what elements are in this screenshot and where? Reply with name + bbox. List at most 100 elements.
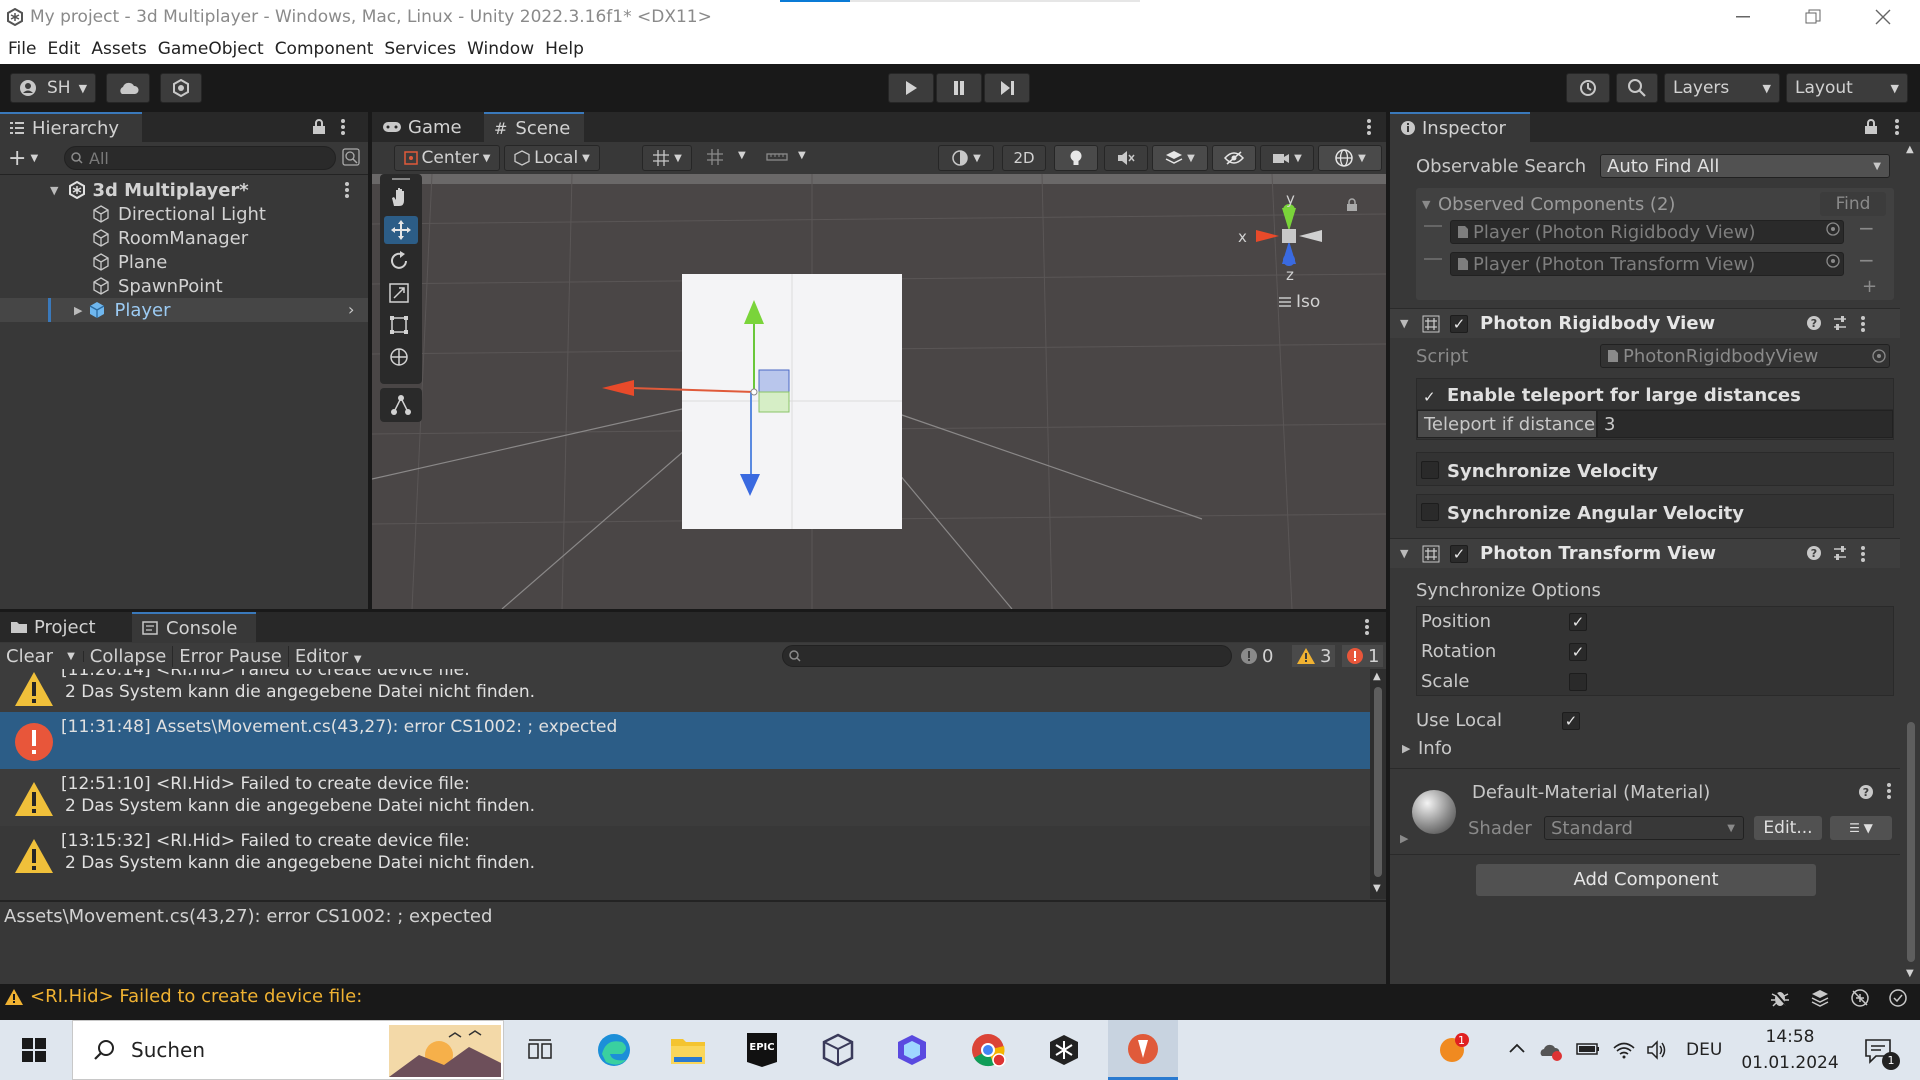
teleport-checkmark[interactable]: ✓ [1423, 388, 1436, 406]
help-icon[interactable]: ? [1806, 315, 1822, 331]
splitter[interactable] [0, 900, 1386, 902]
volume-icon[interactable] [1646, 1040, 1668, 1060]
scroll-down-icon[interactable]: ▼ [1373, 883, 1381, 894]
task-view-button[interactable] [510, 1020, 570, 1080]
tab-game[interactable]: Game [372, 112, 484, 142]
scrollbar-thumb[interactable] [1374, 687, 1382, 877]
custom-tool-button[interactable] [390, 394, 412, 416]
scale-checkbox[interactable] [1569, 673, 1587, 691]
onedrive-error-icon[interactable] [1538, 1040, 1564, 1062]
console-scrollbar[interactable]: ▲ ▼ [1370, 669, 1386, 899]
restore-button[interactable] [1782, 0, 1844, 34]
sync-velocity-checkbox[interactable] [1421, 461, 1439, 479]
add-item-button[interactable]: + [1862, 276, 1877, 297]
step-button[interactable] [984, 73, 1030, 103]
camera-dropdown[interactable]: ▼ [1260, 145, 1314, 171]
log-entry[interactable]: [11:26:14] <RI.Hid> Failed to create dev… [0, 669, 1370, 712]
hierarchy-item-player[interactable]: ▶ Player › [0, 298, 368, 322]
menu-edit[interactable]: Edit [47, 39, 80, 59]
taskbar-app-explorer[interactable] [658, 1020, 718, 1080]
teleport-distance-input[interactable]: 3 [1597, 410, 1893, 438]
rect-tool-button[interactable] [388, 314, 414, 340]
expand-arrow-icon[interactable]: ▼ [1400, 317, 1408, 330]
expand-arrow-icon[interactable]: ▶ [1402, 742, 1410, 755]
layers-dropdown[interactable]: Layers ▼ [1664, 73, 1780, 103]
collapse-button[interactable]: Collapse [84, 645, 174, 667]
menu-assets[interactable]: Assets [91, 39, 146, 59]
transform-view-header[interactable]: ▼ ✓ Photon Transform View ? [1390, 538, 1900, 568]
rotation-checkbox[interactable]: ✓ [1569, 643, 1587, 661]
tab-project[interactable]: Project [0, 612, 132, 642]
audio-toggle[interactable] [1104, 145, 1148, 171]
more-options-icon[interactable] [344, 181, 350, 199]
more-options-icon[interactable] [1364, 618, 1370, 636]
chevron-right-icon[interactable]: › [348, 300, 354, 319]
search-button[interactable] [1616, 73, 1658, 103]
sync-angular-checkbox[interactable] [1421, 503, 1439, 521]
expand-arrow-icon[interactable]: ▼ [50, 184, 58, 197]
warning-count-toggle[interactable]: 3 [1292, 645, 1336, 667]
taskbar-app-epic-games[interactable]: EPIC [732, 1020, 792, 1080]
shader-edit-button[interactable]: Edit... [1754, 816, 1822, 840]
transform-enabled-checkbox[interactable]: ✓ [1450, 545, 1468, 563]
hierarchy-search-input[interactable]: All [64, 146, 336, 170]
find-button[interactable]: Find [1820, 192, 1886, 216]
object-picker-icon[interactable] [1826, 222, 1840, 236]
hierarchy-scene-root[interactable]: ▼ 3d Multiplayer* [0, 178, 368, 202]
hierarchy-item[interactable]: Plane [0, 250, 368, 274]
create-button[interactable]: + ▼ [8, 146, 38, 171]
log-entry[interactable]: [12:51:10] <RI.Hid> Failed to create dev… [0, 769, 1370, 826]
drag-handle[interactable] [392, 178, 410, 180]
menu-help[interactable]: Help [545, 39, 584, 59]
chevron-up-icon[interactable] [1508, 1042, 1526, 1054]
more-options-icon[interactable] [1860, 315, 1866, 333]
scroll-up-icon[interactable]: ▲ [1906, 144, 1914, 155]
taskbar-app-virtualbox[interactable] [808, 1020, 868, 1080]
help-icon[interactable]: ? [1858, 784, 1874, 800]
projection-toggle[interactable]: Iso [1278, 292, 1320, 312]
more-options-icon[interactable] [340, 118, 346, 136]
scroll-up-icon[interactable]: ▲ [1373, 671, 1381, 682]
preset-sliders-icon[interactable] [1832, 315, 1848, 331]
info-count-toggle[interactable]: 0 [1240, 645, 1273, 667]
stack-layers-icon[interactable] [1810, 988, 1830, 1008]
tab-hierarchy[interactable]: Hierarchy [0, 112, 142, 142]
shader-dropdown[interactable]: Standard ▼ [1544, 816, 1744, 840]
battery-icon[interactable] [1576, 1042, 1600, 1056]
visibility-toggle[interactable] [1212, 145, 1256, 171]
more-options-icon[interactable] [1366, 118, 1372, 136]
notification-app-icon[interactable] [1438, 1032, 1470, 1064]
expand-arrow-icon[interactable]: ▶ [74, 304, 82, 317]
info-foldout[interactable]: Info [1418, 738, 1452, 759]
error-pause-button[interactable]: Error Pause [173, 645, 289, 667]
bug-icon[interactable] [1770, 988, 1790, 1008]
log-entry[interactable]: [13:15:32] <RI.Hid> Failed to create dev… [0, 826, 1370, 883]
more-options-icon[interactable] [1860, 545, 1866, 563]
move-tool-button[interactable] [384, 216, 418, 244]
tab-inspector[interactable]: Inspector [1390, 112, 1530, 142]
minimize-button[interactable] [1712, 0, 1774, 34]
console-search-input[interactable] [782, 645, 1232, 667]
scroll-down-icon[interactable]: ▼ [1906, 968, 1914, 979]
clock[interactable]: 14:58 01.01.2024 [1740, 1024, 1840, 1076]
observable-search-dropdown[interactable]: Auto Find All ▼ [1600, 154, 1890, 178]
expand-arrow-icon[interactable]: ▼ [1422, 198, 1430, 211]
hierarchy-item[interactable]: Directional Light [0, 202, 368, 226]
position-checkbox[interactable]: ✓ [1569, 613, 1587, 631]
pivot-center-dropdown[interactable]: Center ▼ [394, 145, 500, 171]
effects-dropdown[interactable]: ▼ [1152, 145, 1208, 171]
scale-tool-button[interactable] [388, 282, 414, 308]
hierarchy-item[interactable]: SpawnPoint [0, 274, 368, 298]
object-picker-icon[interactable] [1826, 254, 1840, 268]
shader-options-dropdown[interactable]: ☰ ▼ [1830, 816, 1892, 840]
hand-tool-button[interactable] [388, 186, 414, 212]
cloud-button[interactable] [106, 73, 150, 103]
collab-button[interactable] [160, 73, 202, 103]
menu-services[interactable]: Services [384, 39, 456, 59]
help-icon[interactable]: ? [1806, 545, 1822, 561]
wifi-icon[interactable] [1612, 1040, 1636, 1060]
chevron-down-icon[interactable]: ▼ [798, 150, 806, 161]
clear-options-dropdown[interactable]: ▼ [59, 650, 84, 662]
drag-handle[interactable] [1424, 225, 1442, 227]
play-button[interactable] [888, 73, 934, 103]
